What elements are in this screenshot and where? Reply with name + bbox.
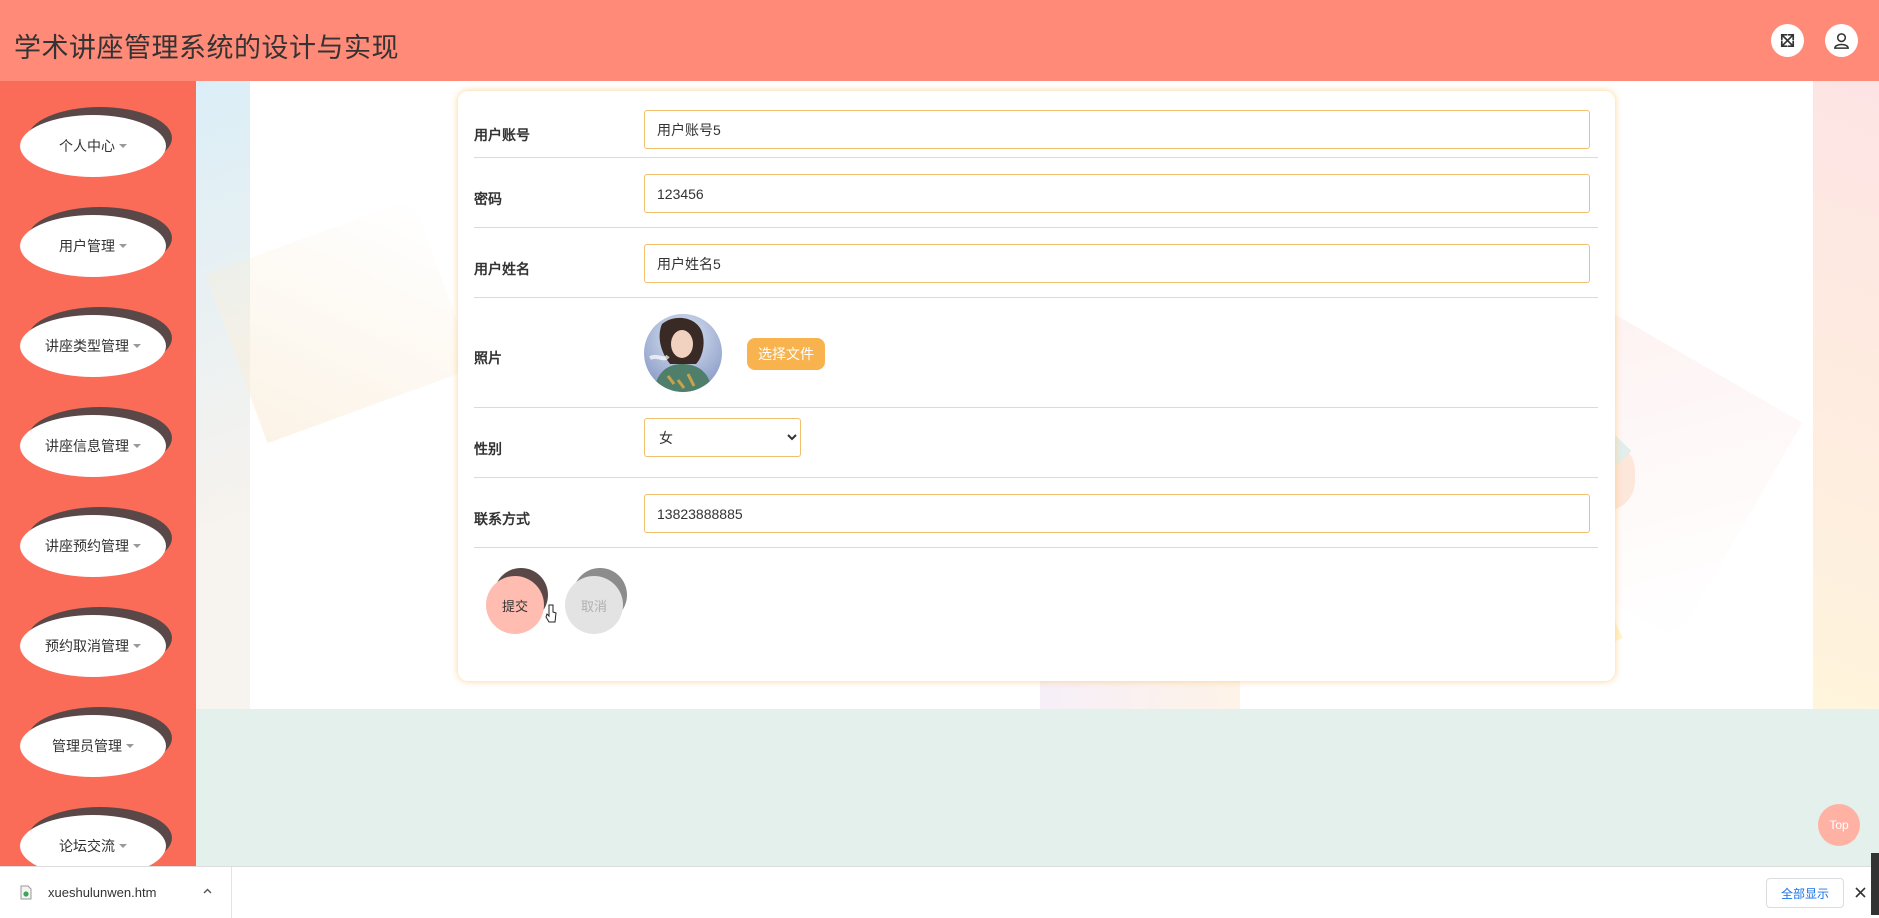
password-input[interactable] [644, 174, 1590, 213]
form-row-name: 用户姓名 [474, 228, 1598, 298]
caret-down-icon [119, 144, 127, 148]
form-row-photo: 照片 选择文件 [474, 298, 1598, 408]
sidebar-item-lecture-info-management[interactable]: 讲座信息管理 [20, 407, 172, 487]
submit-label: 提交 [486, 576, 544, 634]
name-label: 用户姓名 [474, 261, 530, 277]
chevron-up-icon[interactable] [202, 886, 213, 897]
caret-down-icon [133, 644, 141, 648]
caret-down-icon [133, 444, 141, 448]
app-title: 学术讲座管理系统的设计与实现 [14, 33, 399, 63]
caret-down-icon [119, 844, 127, 848]
sidebar-item-admin-management[interactable]: 管理员管理 [20, 707, 172, 787]
choose-file-button[interactable]: 选择文件 [747, 338, 825, 370]
caret-down-icon [119, 244, 127, 248]
background-panel: 用户账号 密码 用户姓名 照片 [196, 81, 1879, 709]
show-all-downloads-button[interactable]: 全部显示 [1766, 878, 1844, 908]
sidebar-item-forum[interactable]: 论坛交流 [20, 807, 172, 866]
sidebar-item-label: 个人中心 [59, 138, 115, 154]
fullscreen-button[interactable] [1771, 24, 1804, 57]
user-edit-form: 用户账号 密码 用户姓名 照片 [458, 91, 1615, 681]
main-content: 用户账号 密码 用户姓名 照片 [196, 81, 1879, 866]
sidebar-item-label: 论坛交流 [59, 838, 115, 854]
download-bar: xueshulunwen.htm 全部显示 [0, 866, 1879, 918]
caret-down-icon [133, 544, 141, 548]
phone-label: 联系方式 [474, 511, 530, 527]
sidebar-item-lecture-booking-management[interactable]: 讲座预约管理 [20, 507, 172, 587]
form-row-phone: 联系方式 [474, 478, 1598, 548]
sidebar-item-label: 讲座预约管理 [45, 538, 129, 554]
top-header: 学术讲座管理系统的设计与实现 [0, 0, 1879, 81]
download-item[interactable]: xueshulunwen.htm [0, 867, 232, 918]
file-icon [20, 885, 32, 900]
window-edge [1871, 853, 1879, 915]
caret-down-icon [126, 744, 134, 748]
phone-input[interactable] [644, 494, 1590, 533]
gender-label: 性别 [474, 441, 502, 457]
cancel-label: 取消 [565, 576, 623, 634]
sidebar-item-label: 用户管理 [59, 238, 115, 254]
sidebar-item-label: 管理员管理 [52, 738, 122, 754]
background-decoration [1813, 81, 1879, 709]
back-to-top-button[interactable]: Top [1818, 804, 1860, 846]
form-row-gender: 性别 男 女 [474, 408, 1598, 478]
sidebar-item-label: 讲座类型管理 [45, 338, 129, 354]
photo-label: 照片 [474, 350, 502, 366]
account-label: 用户账号 [474, 127, 530, 143]
user-icon [1834, 33, 1849, 49]
sidebar: 个人中心 用户管理 讲座类型管理 讲座信息管理 讲座预约管理 预约取消管理 管理… [0, 81, 196, 866]
caret-down-icon [133, 344, 141, 348]
avatar-photo [644, 314, 722, 392]
sidebar-item-label: 讲座信息管理 [45, 438, 129, 454]
name-input[interactable] [644, 244, 1590, 283]
expand-arrows-icon [1780, 33, 1795, 48]
account-input[interactable] [644, 110, 1590, 149]
user-menu-button[interactable] [1825, 24, 1858, 57]
sidebar-item-booking-cancel-management[interactable]: 预约取消管理 [20, 607, 172, 687]
submit-button[interactable]: 提交 [486, 568, 548, 634]
form-row-password: 密码 [474, 158, 1598, 228]
background-decoration [1040, 681, 1240, 709]
form-row-account: 用户账号 [474, 101, 1598, 158]
sidebar-item-personal-center[interactable]: 个人中心 [20, 107, 172, 187]
background-decoration [196, 81, 250, 709]
close-icon[interactable] [1853, 885, 1868, 900]
sidebar-item-user-management[interactable]: 用户管理 [20, 207, 172, 287]
sidebar-item-label: 预约取消管理 [45, 638, 129, 654]
sidebar-item-lecture-type-management[interactable]: 讲座类型管理 [20, 307, 172, 387]
download-file-name: xueshulunwen.htm [48, 885, 157, 900]
gender-select[interactable]: 男 女 [644, 418, 801, 457]
mouse-pointer-icon [545, 604, 557, 623]
password-label: 密码 [474, 191, 502, 207]
cancel-button[interactable]: 取消 [565, 568, 627, 634]
